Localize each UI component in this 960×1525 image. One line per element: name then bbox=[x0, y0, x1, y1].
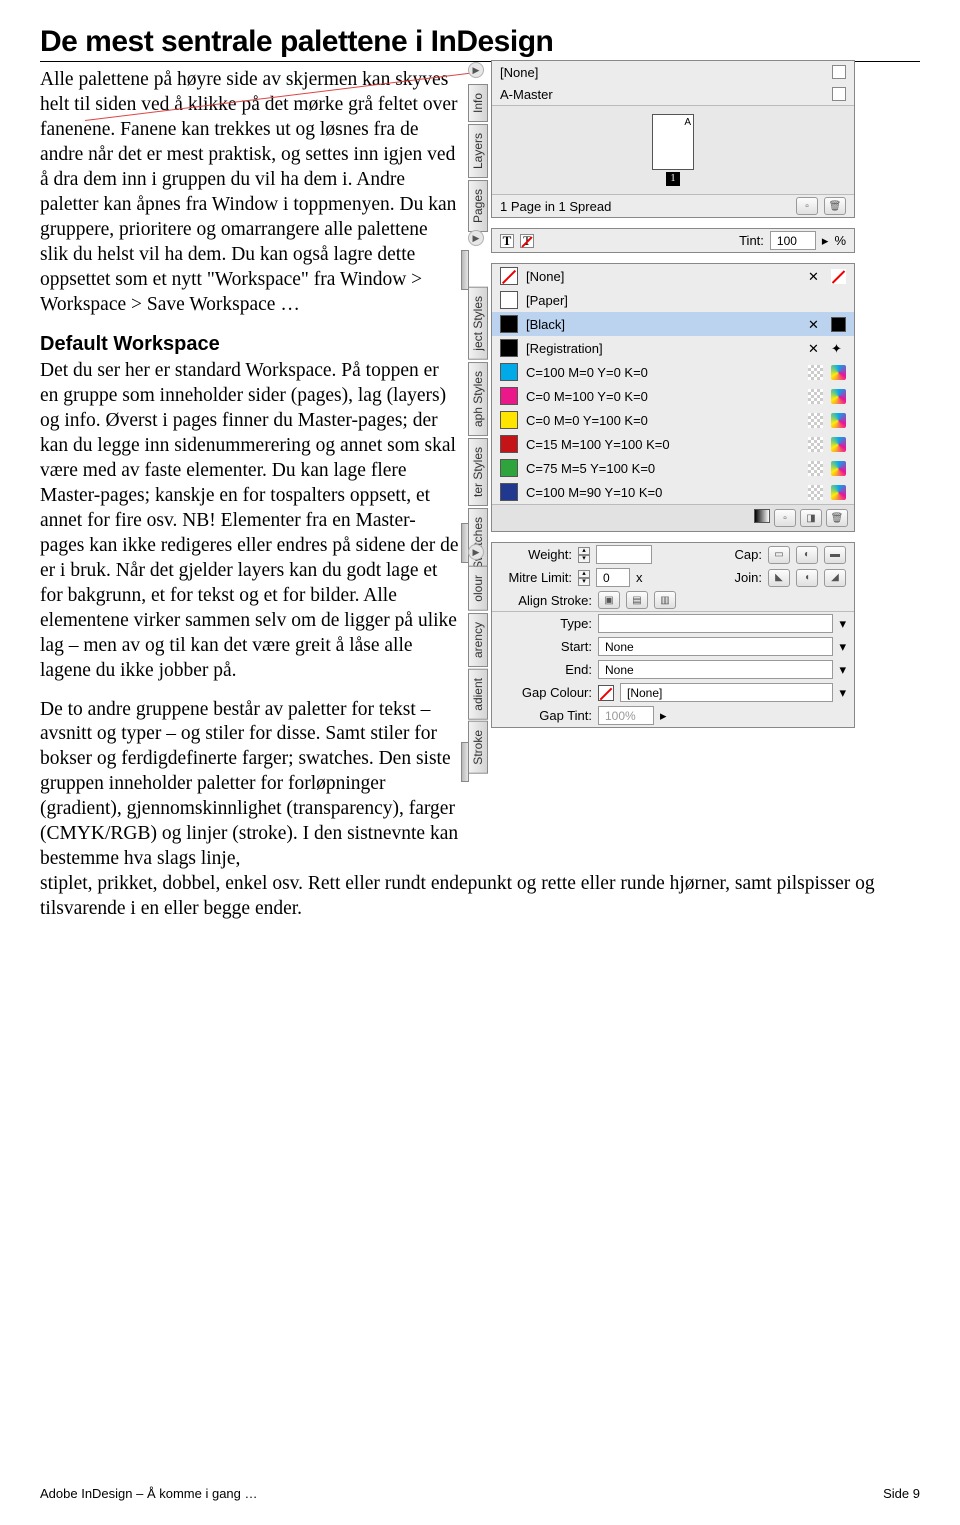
tab-info[interactable]: Info bbox=[468, 84, 488, 122]
page-title: De mest sentrale palettene i InDesign bbox=[40, 25, 920, 62]
collapse-toggle[interactable]: ▶ bbox=[468, 62, 484, 78]
type-label: Type: bbox=[500, 616, 592, 631]
mitre-unit: x bbox=[636, 570, 643, 585]
collapse-toggle[interactable]: ▶ bbox=[468, 230, 484, 246]
cap-projecting-button[interactable]: ▬ bbox=[824, 546, 846, 564]
dock-grip[interactable] bbox=[461, 742, 469, 782]
tab-layers[interactable]: Layers bbox=[468, 124, 488, 178]
master-row-a[interactable]: A-Master bbox=[492, 83, 854, 105]
master-thumb-icon bbox=[832, 87, 846, 101]
new-swatch-button[interactable]: ▫ bbox=[774, 509, 796, 527]
cap-round-button[interactable]: ◐ bbox=[796, 546, 818, 564]
page-number-badge: 1 bbox=[666, 172, 680, 186]
tint-unit: % bbox=[834, 233, 846, 248]
tab-stroke[interactable]: Stroke bbox=[468, 721, 488, 774]
master-thumb-icon bbox=[832, 65, 846, 79]
dock-grip[interactable] bbox=[461, 523, 469, 563]
dropdown-icon[interactable]: ▾ bbox=[839, 616, 846, 632]
align-outside-button[interactable]: ▥ bbox=[654, 591, 676, 609]
swatches-panel-group: ject Styles aph Styles ter Styles Swatch… bbox=[470, 263, 855, 532]
tint-stepper[interactable]: ▸ bbox=[822, 233, 829, 249]
dropdown-icon[interactable]: ▾ bbox=[839, 639, 846, 655]
gap-tint-field[interactable]: 100% bbox=[598, 706, 654, 725]
groups-paragraph: De to andre gruppene består av paletter … bbox=[40, 698, 460, 873]
cap-label: Cap: bbox=[735, 547, 762, 562]
dropdown-icon[interactable]: ▾ bbox=[839, 662, 846, 678]
master-label: A-Master bbox=[500, 87, 553, 102]
join-round-button[interactable]: ◖ bbox=[796, 569, 818, 587]
page-thumbnail[interactable]: A bbox=[652, 114, 694, 170]
character-panel-group: ▶ T T Tint: 100 ▸ % bbox=[470, 228, 855, 253]
mitre-label: Mitre Limit: bbox=[500, 570, 572, 585]
pages-status: 1 Page in 1 Spread ▫ 🗑 bbox=[492, 194, 854, 217]
swatch-row[interactable]: C=75 M=5 Y=100 K=0 bbox=[492, 456, 854, 480]
type-select[interactable] bbox=[598, 614, 833, 633]
gap-colour-label: Gap Colour: bbox=[500, 685, 592, 700]
mitre-field[interactable]: 0 bbox=[596, 568, 630, 587]
new-swatch-alt-button[interactable]: ◨ bbox=[800, 509, 822, 527]
swatch-row[interactable]: [Registration]✕✦ bbox=[492, 336, 854, 360]
dock-grip[interactable] bbox=[461, 250, 469, 290]
stroke-proxy-icon[interactable]: T bbox=[520, 234, 534, 248]
swatch-row[interactable]: C=100 M=90 Y=10 K=0 bbox=[492, 480, 854, 504]
tint-field[interactable]: 100 bbox=[770, 231, 816, 250]
tab-transparency[interactable]: arency bbox=[468, 613, 488, 667]
section-heading: Default Workspace bbox=[40, 332, 460, 358]
lock-icon: ✕ bbox=[808, 341, 823, 356]
footer-right: Side 9 bbox=[883, 1486, 920, 1501]
master-label: [None] bbox=[500, 65, 538, 80]
pages-panel-group: ▶ Info Layers Pages [None] A-Master A 1 bbox=[470, 60, 855, 218]
footer-left: Adobe InDesign – Å komme i gang … bbox=[40, 1486, 258, 1501]
swatch-row[interactable]: [None]✕ bbox=[492, 264, 854, 288]
swatch-row[interactable]: C=15 M=100 Y=100 K=0 bbox=[492, 432, 854, 456]
align-inside-button[interactable]: ▤ bbox=[626, 591, 648, 609]
swatch-row[interactable]: C=0 M=0 Y=100 K=0 bbox=[492, 408, 854, 432]
tab-character-styles[interactable]: ter Styles bbox=[468, 438, 488, 506]
lock-icon: ✕ bbox=[808, 269, 823, 284]
collapse-toggle[interactable]: ▶ bbox=[468, 544, 484, 560]
end-select[interactable]: None bbox=[598, 660, 833, 679]
dropdown-icon[interactable]: ▾ bbox=[839, 685, 846, 701]
master-row-none[interactable]: [None] bbox=[492, 61, 854, 83]
continuation-paragraph: stiplet, prikket, dobbel, enkel osv. Ret… bbox=[40, 872, 920, 922]
tab-object-styles[interactable]: ject Styles bbox=[468, 287, 488, 360]
align-center-button[interactable]: ▣ bbox=[598, 591, 620, 609]
mitre-stepper[interactable]: ▴▾ bbox=[578, 570, 590, 586]
swatch-row[interactable]: [Paper] bbox=[492, 288, 854, 312]
gap-colour-select[interactable]: [None] bbox=[620, 683, 833, 702]
start-label: Start: bbox=[500, 639, 592, 654]
default-workspace-paragraph: Det du ser her er standard Workspace. På… bbox=[40, 359, 460, 683]
weight-stepper[interactable]: ▴▾ bbox=[578, 547, 590, 563]
swatch-row[interactable]: C=100 M=0 Y=0 K=0 bbox=[492, 360, 854, 384]
cap-butt-button[interactable]: ▭ bbox=[768, 546, 790, 564]
fill-proxy-icon[interactable]: T bbox=[500, 234, 514, 248]
new-page-button[interactable]: ▫ bbox=[796, 197, 818, 215]
start-select[interactable]: None bbox=[598, 637, 833, 656]
tab-paragraph-styles[interactable]: aph Styles bbox=[468, 362, 488, 436]
tab-gradient[interactable]: adient bbox=[468, 669, 488, 720]
align-stroke-label: Align Stroke: bbox=[500, 593, 592, 608]
join-label: Join: bbox=[735, 570, 762, 585]
weight-label: Weight: bbox=[500, 547, 572, 562]
tint-slider-icon[interactable]: ▸ bbox=[660, 708, 667, 724]
stroke-panel-group: ▶ olour arency adient Stroke Weight: ▴▾ … bbox=[470, 542, 855, 728]
tab-colour[interactable]: olour bbox=[468, 566, 488, 611]
gradient-swatch-icon[interactable] bbox=[754, 509, 770, 523]
swatch-row[interactable]: C=0 M=100 Y=0 K=0 bbox=[492, 384, 854, 408]
intro-paragraph: Alle palettene på høyre side av skjermen… bbox=[40, 68, 460, 318]
delete-page-button[interactable]: 🗑 bbox=[824, 197, 846, 215]
weight-field[interactable] bbox=[596, 545, 652, 564]
lock-icon: ✕ bbox=[808, 317, 823, 332]
gap-tint-label: Gap Tint: bbox=[500, 708, 592, 723]
join-miter-button[interactable]: ◣ bbox=[768, 569, 790, 587]
swatch-row[interactable]: [Black]✕ bbox=[492, 312, 854, 336]
end-label: End: bbox=[500, 662, 592, 677]
tab-pages[interactable]: Pages bbox=[468, 180, 488, 232]
tint-label: Tint: bbox=[739, 233, 764, 248]
delete-swatch-button[interactable]: 🗑 bbox=[826, 509, 848, 527]
join-bevel-button[interactable]: ◢ bbox=[824, 569, 846, 587]
